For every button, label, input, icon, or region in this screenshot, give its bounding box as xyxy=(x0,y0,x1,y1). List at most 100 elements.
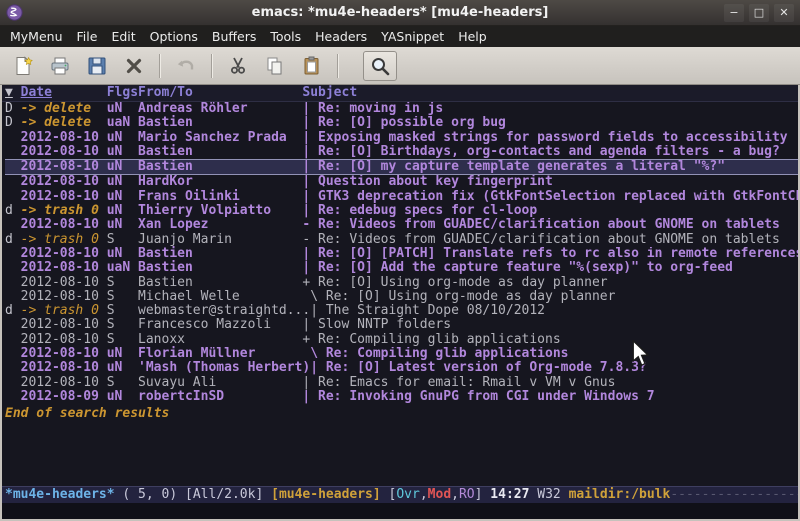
message-mark xyxy=(5,290,21,304)
menu-item-edit[interactable]: Edit xyxy=(104,26,142,47)
copy-icon xyxy=(264,55,286,77)
message-mark: d xyxy=(5,233,21,247)
mouse-cursor xyxy=(631,340,651,368)
message-mark: d xyxy=(5,304,21,318)
copy-button[interactable] xyxy=(258,51,292,81)
column-header-from[interactable]: From/To xyxy=(138,85,302,101)
message-date: 2012-08-10 xyxy=(21,247,107,261)
message-row[interactable]: d -> trash 0 uN Thierry Volpiatto | Re: … xyxy=(5,204,798,218)
message-row[interactable]: 2012-08-10 S Lanoxx + Re: Compiling glib… xyxy=(5,333,798,347)
message-subject: | Re: Emacs for email: Rmail v VM v Gnus xyxy=(302,376,798,390)
message-row[interactable]: 2012-08-10 uN Frans Oilinki | GTK3 depre… xyxy=(5,190,798,204)
message-mark xyxy=(5,190,21,204)
toolbar-separator xyxy=(159,54,161,78)
message-row[interactable]: 2012-08-10 uN Florian Müllner \ Re: Comp… xyxy=(5,347,798,361)
paste-button[interactable] xyxy=(295,51,329,81)
message-row[interactable]: 2012-08-10 S Francesco Mazzoli | Slow NN… xyxy=(5,318,798,332)
message-flags: uN xyxy=(107,204,138,218)
save-button[interactable] xyxy=(80,51,114,81)
message-flags: uN xyxy=(107,102,138,116)
minibuffer[interactable] xyxy=(2,503,798,519)
message-flags: S xyxy=(107,290,138,304)
message-row[interactable]: 2012-08-10 S Bastien + Re: [O] Using org… xyxy=(5,276,798,290)
modeline-segment-time: 14:27 xyxy=(490,487,529,503)
message-mark xyxy=(5,361,21,375)
message-from: Bastien xyxy=(138,116,302,130)
column-header-date[interactable]: Date xyxy=(21,85,107,101)
message-row[interactable]: d -> trash 0 S webmaster@straightd... | … xyxy=(5,304,798,318)
message-date: 2012-08-10 xyxy=(21,290,107,304)
message-row[interactable]: 2012-08-10 uN Bastien | Re: [O] Birthday… xyxy=(5,145,798,159)
minimize-button[interactable]: − xyxy=(724,4,744,22)
cut-button[interactable] xyxy=(221,51,255,81)
end-of-results-text: End of search results xyxy=(5,406,798,421)
new-file-button[interactable] xyxy=(6,51,40,81)
message-flags: uN xyxy=(107,361,138,375)
message-mark xyxy=(5,276,21,290)
message-subject: + Re: Compiling glib applications xyxy=(302,333,798,347)
message-mark xyxy=(5,390,21,404)
message-list: D -> delete uN Andreas Röhler | Re: movi… xyxy=(2,102,798,486)
message-row[interactable]: D -> delete uN Andreas Röhler | Re: movi… xyxy=(5,102,798,116)
message-from: Xan Lopez xyxy=(138,218,302,232)
message-flags: uN xyxy=(107,218,138,232)
emacs-app-icon xyxy=(6,4,23,21)
menu-item-buffers[interactable]: Buffers xyxy=(205,26,263,47)
close-buffer-button[interactable] xyxy=(117,51,151,81)
modeline-segment-mod: Mod xyxy=(428,487,451,503)
message-subject: | Slow NNTP folders xyxy=(302,318,798,332)
titlebar: emacs: *mu4e-headers* [mu4e-headers] − □… xyxy=(0,0,800,26)
message-date: 2012-08-10 xyxy=(21,190,107,204)
message-flags: uN xyxy=(107,160,138,174)
message-date: 2012-08-10 xyxy=(21,361,107,375)
message-subject: | Re: [O] Add the capture feature "%(sex… xyxy=(302,261,798,275)
window-controls: − □ ✕ xyxy=(724,4,794,22)
column-header-subject[interactable]: Subject xyxy=(302,85,798,101)
message-row[interactable]: 2012-08-10 S Suvayu Ali | Re: Emacs for … xyxy=(5,376,798,390)
paste-icon xyxy=(301,55,323,77)
message-date: -> delete xyxy=(21,116,107,130)
message-row[interactable]: 2012-08-10 uN Bastien | Re: [O] [PATCH] … xyxy=(5,247,798,261)
menu-item-options[interactable]: Options xyxy=(143,26,205,47)
modeline-segment-folder: maildir:/bulk xyxy=(569,487,671,503)
message-row[interactable]: 2012-08-10 S Michael Welle \ Re: [O] Usi… xyxy=(5,290,798,304)
message-row[interactable]: 2012-08-10 uN Xan Lopez - Re: Videos fro… xyxy=(5,218,798,232)
sort-direction-icon[interactable]: ▼ xyxy=(5,85,21,101)
message-row[interactable]: d -> trash 0 S Juanjo Marin - Re: Videos… xyxy=(5,233,798,247)
menu-item-headers[interactable]: Headers xyxy=(308,26,374,47)
modeline: *mu4e-headers* ( 5, 0) [All/2.0k] [mu4e-… xyxy=(2,486,798,503)
message-date: 2012-08-10 xyxy=(21,333,107,347)
message-subject: | GTK3 deprecation fix (GtkFontSelection… xyxy=(302,190,798,204)
message-row[interactable]: 2012-08-10 uaN Bastien | Re: [O] Add the… xyxy=(5,261,798,275)
message-flags: S xyxy=(107,276,138,290)
menu-item-help[interactable]: Help xyxy=(451,26,494,47)
undo-button[interactable] xyxy=(169,51,203,81)
undo-icon xyxy=(175,55,197,77)
message-flags: S xyxy=(107,304,138,318)
message-subject: | Re: Invoking GnuPG from CGI under Wind… xyxy=(302,390,798,404)
message-row[interactable]: 2012-08-09 uN robertcInSD | Re: Invoking… xyxy=(5,390,798,404)
menu-item-file[interactable]: File xyxy=(70,26,105,47)
message-row[interactable]: 2012-08-10 uN Mario Sanchez Prada | Expo… xyxy=(5,131,798,145)
message-date: 2012-08-10 xyxy=(21,160,107,174)
message-row[interactable]: 2012-08-10 uN Bastien | Re: [O] my captu… xyxy=(5,159,798,175)
message-from: Juanjo Marin xyxy=(138,233,302,247)
message-row[interactable]: D -> delete uaN Bastien | Re: [O] possib… xyxy=(5,116,798,130)
search-button[interactable] xyxy=(363,51,397,81)
message-subject: | Re: [O] Birthdays, org-contacts and ag… xyxy=(302,145,798,159)
print-button[interactable] xyxy=(43,51,77,81)
menu-item-mymenu[interactable]: MyMenu xyxy=(3,26,70,47)
message-mark: D xyxy=(5,116,21,130)
message-mark xyxy=(5,145,21,159)
headers-column-row: ▼ Date Flgs From/To Subject xyxy=(2,85,798,102)
maximize-button[interactable]: □ xyxy=(749,4,769,22)
message-row[interactable]: 2012-08-10 uN HardKor | Question about k… xyxy=(5,175,798,189)
menu-item-yasnippet[interactable]: YASnippet xyxy=(374,26,451,47)
search-icon xyxy=(369,55,391,77)
close-button[interactable]: ✕ xyxy=(774,4,794,22)
message-flags: S xyxy=(107,233,138,247)
menu-item-tools[interactable]: Tools xyxy=(263,26,308,47)
column-header-flags[interactable]: Flgs xyxy=(107,85,138,101)
message-row[interactable]: 2012-08-10 uN 'Mash (Thomas Herbert) | R… xyxy=(5,361,798,375)
window-title: emacs: *mu4e-headers* [mu4e-headers] xyxy=(0,5,800,20)
